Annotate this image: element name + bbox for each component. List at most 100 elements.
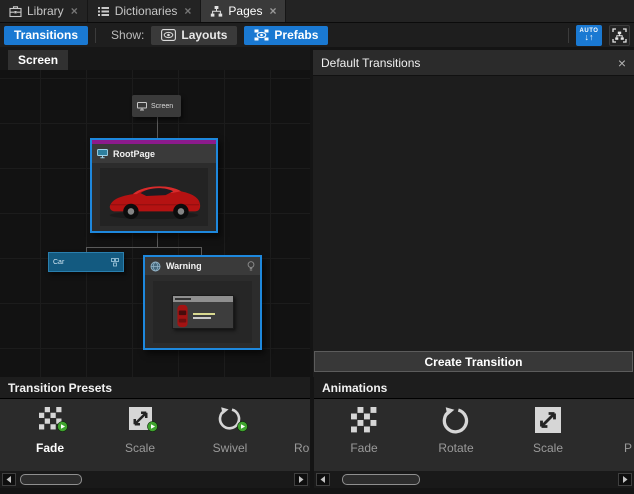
scrollbar-thumb[interactable] xyxy=(342,474,420,485)
fade-checkerboard-icon xyxy=(351,407,377,433)
preset-label: Swivel xyxy=(213,441,248,455)
scroll-left-button[interactable] xyxy=(2,473,16,486)
rootpage-thumbnail xyxy=(100,168,208,226)
animations-section: Animations Fade Rotate xyxy=(314,377,634,494)
rootpage-header: RootPage xyxy=(92,144,216,163)
animation-label: Scale xyxy=(533,441,563,455)
hierarchy-icon xyxy=(210,5,223,18)
presets-scrollbar[interactable] xyxy=(0,471,310,488)
dialog-text-lines xyxy=(193,311,215,321)
preset-label: Ro xyxy=(294,441,309,455)
scrollbar-track[interactable] xyxy=(18,473,292,486)
preset-label: Fade xyxy=(36,441,64,455)
node-car[interactable]: Car xyxy=(48,252,124,272)
prefabs-label: Prefabs xyxy=(274,28,318,42)
monitor-icon xyxy=(137,102,147,111)
preset-fade[interactable]: Fade xyxy=(8,407,92,455)
briefcase-icon xyxy=(9,5,22,18)
tab-label: Library xyxy=(27,4,64,18)
rotate-icon xyxy=(442,407,470,435)
list-icon xyxy=(97,5,110,18)
graph-tab-screen[interactable]: Screen xyxy=(8,50,68,70)
show-label: Show: xyxy=(111,28,144,42)
animations-scrollbar[interactable] xyxy=(314,471,634,488)
connector-branch xyxy=(86,247,202,248)
close-icon[interactable]: × xyxy=(184,4,191,18)
close-icon[interactable]: × xyxy=(269,4,276,18)
prefabs-toggle-button[interactable]: Prefabs xyxy=(244,26,328,45)
play-badge-icon xyxy=(237,421,248,432)
layouts-toggle-button[interactable]: Layouts xyxy=(151,26,237,45)
document-tabbar: Library × Dictionaries × Pages × xyxy=(0,0,634,23)
preset-scale[interactable]: Scale xyxy=(98,407,182,455)
toolbar-separator xyxy=(568,28,569,43)
warning-dialog-preview xyxy=(172,295,234,329)
node-warning[interactable]: Warning xyxy=(143,255,262,350)
transition-presets-header: Transition Presets xyxy=(0,377,310,399)
auto-arrange-button[interactable]: AUTO ↓↑ xyxy=(576,25,602,46)
warning-header: Warning xyxy=(145,257,260,275)
default-transitions-panel: Default Transitions × Create Transition xyxy=(313,50,634,377)
play-badge-icon xyxy=(147,421,158,432)
animation-fade[interactable]: Fade xyxy=(322,407,406,455)
tab-library[interactable]: Library × xyxy=(0,0,88,22)
graph-tab-label: Screen xyxy=(18,53,58,67)
animation-label: Rotate xyxy=(438,441,473,455)
tab-label: Dictionaries xyxy=(115,4,178,18)
red-car-top-image xyxy=(176,304,189,328)
close-icon[interactable]: × xyxy=(71,4,78,18)
monitor-icon xyxy=(97,149,108,159)
default-transitions-header: Default Transitions × xyxy=(313,50,634,76)
animation-scale[interactable]: Scale xyxy=(506,407,590,455)
layouts-label: Layouts xyxy=(181,28,227,42)
transitions-button[interactable]: Transitions xyxy=(4,26,88,45)
preset-swivel[interactable]: Swivel xyxy=(188,407,272,455)
page-graph-canvas[interactable]: Screen RootPage xyxy=(0,70,310,377)
animation-rotate[interactable]: Rotate xyxy=(414,407,498,455)
scroll-left-button[interactable] xyxy=(316,473,330,486)
node-screen[interactable]: Screen xyxy=(132,95,181,117)
node-label: Warning xyxy=(166,261,242,271)
clipped-icon xyxy=(309,407,311,430)
toolbar-separator xyxy=(95,28,96,43)
scroll-right-button[interactable] xyxy=(294,473,308,486)
scrollbar-track[interactable] xyxy=(332,473,616,486)
scrollbar-thumb[interactable] xyxy=(20,474,82,485)
animations-list: Fade Rotate Scale P xyxy=(314,399,634,471)
tab-pages[interactable]: Pages × xyxy=(201,0,286,22)
rootpage-body xyxy=(92,163,216,231)
animation-label: P xyxy=(624,441,632,455)
close-icon[interactable]: × xyxy=(618,55,626,71)
red-car-side-image xyxy=(104,171,204,223)
connector-to-warning xyxy=(201,247,202,255)
warning-body xyxy=(145,275,260,348)
fit-graph-button[interactable] xyxy=(609,25,630,46)
tab-label: Pages xyxy=(228,4,262,18)
animation-label: Fade xyxy=(350,441,377,455)
node-label: Car xyxy=(53,259,111,266)
lightbulb-icon xyxy=(247,261,255,272)
panel-title: Default Transitions xyxy=(321,56,618,70)
fit-graph-icon xyxy=(612,28,627,43)
animation-clipped[interactable]: P xyxy=(614,407,634,455)
create-transition-button[interactable]: Create Transition xyxy=(314,351,633,372)
preset-clipped[interactable]: Ro xyxy=(278,407,310,455)
scroll-right-button[interactable] xyxy=(618,473,632,486)
pages-toolbar: Transitions Show: Layouts Prefabs AUTO ↓… xyxy=(0,23,634,47)
play-badge-icon xyxy=(57,421,68,432)
dialog-content xyxy=(173,302,233,330)
node-label: RootPage xyxy=(113,149,155,159)
section-title: Transition Presets xyxy=(8,381,112,395)
node-rootpage[interactable]: RootPage xyxy=(90,138,218,233)
warning-thumbnail xyxy=(153,281,252,343)
tab-dictionaries[interactable]: Dictionaries × xyxy=(88,0,202,22)
kanzi-pages-window: Library × Dictionaries × Pages × Transit… xyxy=(0,0,634,494)
prefab-eye-icon xyxy=(254,29,269,41)
animations-header: Animations xyxy=(314,377,634,399)
connector-rootpage-down xyxy=(157,233,158,247)
transition-presets-list: Fade Scale Swivel xyxy=(0,399,310,471)
globe-icon xyxy=(150,261,161,272)
expand-icon[interactable] xyxy=(111,258,119,267)
auto-arrows: ↓↑ xyxy=(585,33,594,42)
connector-screen-rootpage xyxy=(157,117,158,138)
